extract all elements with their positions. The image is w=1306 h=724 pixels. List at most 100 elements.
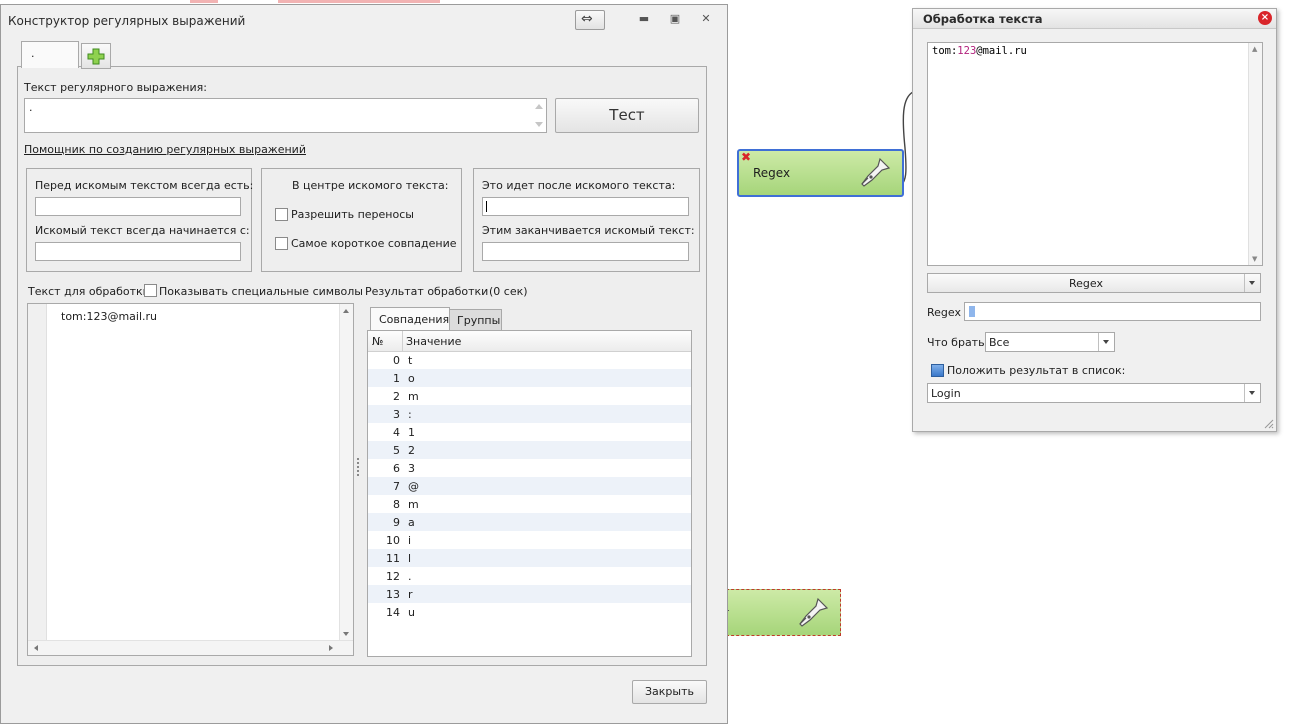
table-row[interactable]: 14 u	[368, 603, 691, 621]
panel-text-area[interactable]: tom:123@mail.ru ▲ ▼	[927, 42, 1263, 266]
match-value: i	[408, 534, 412, 547]
tab-matches[interactable]: Совпадения	[370, 307, 450, 331]
allow-breaks-checkbox[interactable]	[275, 208, 288, 221]
regex-scroll-spinner[interactable]	[532, 99, 546, 132]
match-value: r	[408, 588, 413, 601]
dialog-title: Конструктор регулярных выражений	[8, 14, 246, 28]
source-horizontal-scrollbar[interactable]	[28, 640, 353, 655]
chevron-down-icon[interactable]	[1244, 384, 1260, 402]
match-index: 13	[386, 588, 400, 601]
match-index: 9	[393, 516, 400, 529]
table-row[interactable]: 0t	[368, 351, 691, 369]
match-index: 8	[393, 498, 400, 511]
match-value: l	[408, 552, 412, 565]
tab-groups[interactable]: Группы	[449, 309, 502, 330]
match-value: :	[408, 408, 412, 421]
resize-grip-icon[interactable]	[1262, 417, 1274, 429]
table-row[interactable]: 13 r	[368, 585, 691, 603]
ends-with-input[interactable]	[482, 242, 689, 261]
dock-toggle-button[interactable]: ⇔	[575, 10, 605, 30]
scroll-up-icon[interactable]: ▲	[1252, 45, 1257, 53]
scroll-down-icon[interactable]: ▼	[1252, 255, 1257, 263]
match-value: m	[408, 498, 419, 511]
regex-input[interactable]: .	[24, 98, 547, 133]
regex-input[interactable]	[964, 302, 1261, 321]
scroll-up-icon[interactable]	[343, 309, 349, 313]
match-value: .	[408, 570, 412, 583]
match-index: 4	[393, 426, 400, 439]
result-label: Результат обработки	[365, 285, 489, 298]
table-row[interactable]: 1o	[368, 369, 691, 387]
close-button[interactable]: Закрыть	[632, 680, 707, 704]
source-text-area[interactable]: tom:123@mail.ru	[27, 303, 354, 656]
panel-text-value: tom:123@mail.ru	[932, 45, 1027, 57]
table-row[interactable]: 3:	[368, 405, 691, 423]
table-row[interactable]: 41	[368, 423, 691, 441]
match-index: 12	[386, 570, 400, 583]
action-node-partial[interactable]	[726, 589, 841, 636]
shortest-match-checkbox[interactable]	[275, 237, 288, 250]
what-to-take-label: Что брать	[927, 336, 985, 349]
table-row[interactable]: 2m	[368, 387, 691, 405]
scroll-right-icon[interactable]	[329, 645, 333, 651]
show-special-checkbox[interactable]	[144, 284, 157, 297]
match-index: 7	[393, 480, 400, 493]
close-icon[interactable]: ✕	[699, 12, 713, 26]
after-input[interactable]	[482, 197, 689, 216]
regex-action-node[interactable]: ✖ Regex	[737, 149, 904, 197]
match-index: 3	[393, 408, 400, 421]
scroll-left-icon[interactable]	[34, 645, 38, 651]
match-index: 1	[393, 372, 400, 385]
regex-helper-link[interactable]: Помощник по созданию регулярных выражени…	[24, 143, 306, 156]
chevron-down-icon[interactable]	[1244, 274, 1260, 292]
match-value: @	[408, 480, 419, 493]
table-row[interactable]: 63	[368, 459, 691, 477]
grid-header: № Значение	[368, 331, 691, 352]
match-value: a	[408, 516, 415, 529]
ends-with-label: Этим заканчивается искомый текст:	[482, 224, 695, 237]
table-row[interactable]: 10 i	[368, 531, 691, 549]
regex-field-label: Regex	[927, 306, 961, 319]
text-selection	[969, 306, 975, 317]
panel-text-scrollbar[interactable]: ▲ ▼	[1248, 43, 1262, 265]
starts-with-label: Искомый текст всегда начинается с:	[35, 224, 250, 237]
chevron-down-icon[interactable]	[1098, 333, 1114, 351]
pane-splitter[interactable]	[356, 458, 360, 478]
result-list-select[interactable]: Login	[927, 383, 1261, 403]
table-row[interactable]: 7 @	[368, 477, 691, 495]
swap-arrows-icon: ⇔	[581, 11, 593, 27]
table-row[interactable]: 52	[368, 441, 691, 459]
matches-grid[interactable]: № Значение 0 t 1 o 2 m 3:4 1 5 2 6 3 7 @8 m 9 a 10 i 11 l 12.…	[367, 330, 692, 657]
regex-text-label: Текст регулярного выражения:	[24, 81, 207, 94]
before-always-input[interactable]	[35, 197, 241, 216]
table-row[interactable]: 11 l	[368, 549, 691, 567]
column-header-number[interactable]: №	[372, 335, 383, 348]
before-always-label: Перед искомым текстом всегда есть:	[35, 179, 254, 192]
maximize-icon[interactable]: ▣	[668, 12, 682, 26]
add-tab-button[interactable]	[81, 43, 111, 69]
test-button[interactable]: Тест	[555, 98, 699, 133]
minimize-icon[interactable]: ▬	[637, 12, 651, 26]
source-vertical-scrollbar[interactable]	[339, 304, 353, 641]
put-result-label: Положить результат в список:	[947, 364, 1126, 377]
background-window-edge	[160, 0, 460, 3]
match-index: 6	[393, 462, 400, 475]
mode-select[interactable]: Regex	[927, 273, 1261, 293]
table-row[interactable]: 12.	[368, 567, 691, 585]
allow-breaks-label: Разрешить переносы	[291, 208, 414, 221]
scroll-down-icon[interactable]	[343, 632, 349, 636]
table-row[interactable]: 8m	[368, 495, 691, 513]
starts-with-input[interactable]	[35, 242, 241, 261]
put-result-checkbox[interactable]	[931, 364, 944, 377]
delete-node-icon[interactable]: ✖	[741, 151, 751, 163]
match-index: 10	[386, 534, 400, 547]
table-row[interactable]: 9a	[368, 513, 691, 531]
column-header-value[interactable]: Значение	[406, 335, 461, 348]
panel-titlebar[interactable]: Обработка текста ×	[913, 9, 1276, 29]
close-icon[interactable]: ×	[1258, 11, 1272, 25]
match-value: 1	[408, 426, 415, 439]
what-to-take-select[interactable]: Все	[985, 332, 1115, 352]
tab-regex[interactable]: .	[21, 41, 79, 68]
match-index: 0	[393, 354, 400, 367]
after-label: Это идет после искомого текста:	[482, 179, 676, 192]
